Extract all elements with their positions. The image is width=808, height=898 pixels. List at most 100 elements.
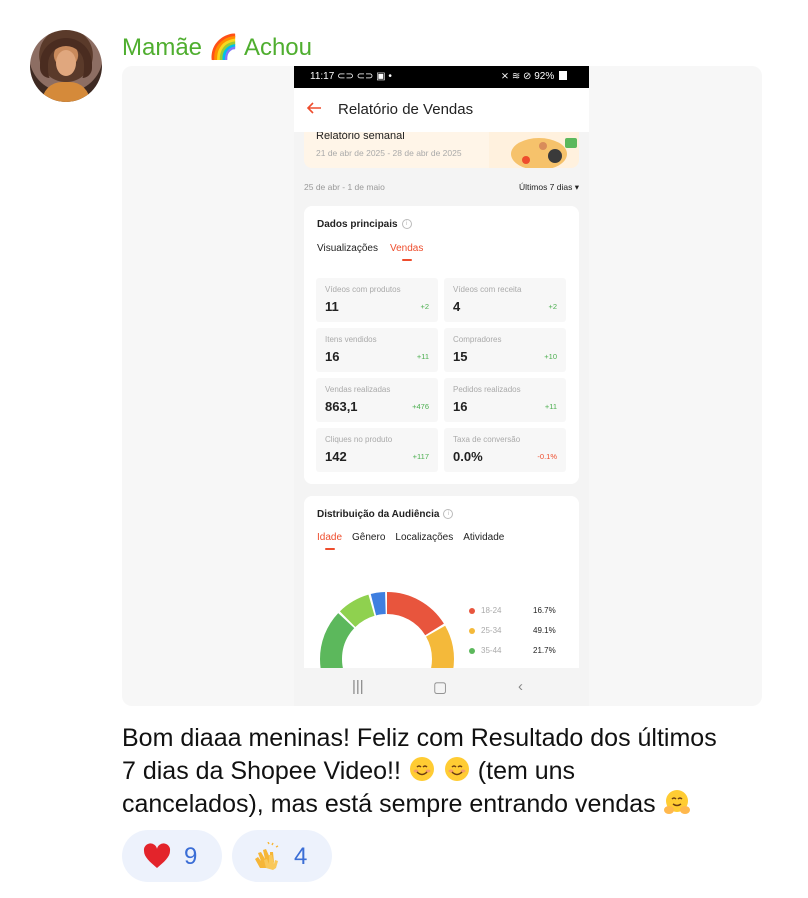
metric-itens-vendidos[interactable]: Itens vendidos 16 +11 <box>316 328 438 372</box>
metric-value: 16 <box>453 399 468 414</box>
weekly-report-banner[interactable]: Relatório semanal 21 de abr de 2025 - 28… <box>304 132 579 168</box>
metric-label: Vendas realizadas <box>325 385 391 394</box>
back-arrow-icon[interactable] <box>306 100 322 116</box>
legend-item: 35-44 21.7% <box>469 646 579 666</box>
tab-atividade[interactable]: Atividade <box>463 532 504 543</box>
status-left-icons: ⊂⊃ ⊂⊃ ▣ • <box>337 71 392 82</box>
legend-item: 18-24 16.7% <box>469 606 579 626</box>
metric-value: 11 <box>325 299 339 314</box>
nav-back-button[interactable]: ‹ <box>518 678 523 695</box>
metric-delta: +2 <box>548 302 557 311</box>
metric-compradores[interactable]: Compradores 15 +10 <box>444 328 566 372</box>
message-text: Bom diaaa meninas! Feliz com Resultado d… <box>122 722 782 821</box>
metric-value: 4 <box>453 299 461 314</box>
status-right-icons: ⨯ ≋ ⊘ <box>500 71 532 82</box>
period-dropdown[interactable]: Últimos 7 dias ▾ <box>519 182 579 193</box>
audience-tabs: Idade Gênero Localizações Atividade <box>317 532 514 550</box>
weekly-illustration-icon <box>489 132 579 168</box>
metric-value: 16 <box>325 349 340 364</box>
metric-value: 142 <box>325 449 347 464</box>
message-line-3: cancelados), mas está sempre entrando ve… <box>122 790 656 818</box>
smiling-face-icon <box>444 757 469 781</box>
metric-value: 15 <box>453 349 468 364</box>
status-bar: 11:17 ⊂⊃ ⊂⊃ ▣ • ⨯ ≋ ⊘ 92% <box>294 66 589 88</box>
metric-label: Itens vendidos <box>325 335 377 344</box>
weekly-report-range: 21 de abr de 2025 - 28 de abr de 2025 <box>316 148 462 158</box>
app-bar: Relatório de Vendas <box>294 88 589 132</box>
sender-name[interactable]: Mamãe 🌈 Achou <box>122 33 312 62</box>
metric-label: Compradores <box>453 335 502 344</box>
legend-label: 25-34 <box>481 626 502 635</box>
tab-genero[interactable]: Gênero <box>352 532 385 543</box>
metric-videos-com-receita[interactable]: Vídeos com receita 4 +2 <box>444 278 566 322</box>
legend-value: 49.1% <box>533 626 556 635</box>
metric-delta: +11 <box>544 402 557 411</box>
audience-title-text: Distribuição da Audiência <box>317 509 440 520</box>
main-data-title-text: Dados principais <box>317 219 398 230</box>
recent-apps-button[interactable]: ||| <box>352 678 364 695</box>
message-line-2-start: 7 dias da Shopee Video!! <box>122 757 401 785</box>
hugging-face-icon <box>663 790 690 814</box>
battery-icon <box>559 71 567 80</box>
date-range-row: 25 de abr - 1 de maio Últimos 7 dias ▾ <box>304 182 579 196</box>
metric-delta: +11 <box>416 352 429 361</box>
audience-title: Distribuição da Audiência i <box>317 509 454 520</box>
sender-name-text: Mamãe <box>122 34 203 61</box>
legend-value: 21.7% <box>533 646 556 655</box>
metric-label: Pedidos realizados <box>453 385 521 394</box>
audience-card: Distribuição da Audiência i Idade Gênero Lo… <box>304 496 579 706</box>
smiling-face-icon <box>409 757 434 781</box>
metric-label: Cliques no produto <box>325 435 393 444</box>
metric-value: 863,1 <box>325 399 358 414</box>
metric-label: Vídeos com produtos <box>325 285 401 294</box>
main-data-title: Dados principais i <box>317 219 412 230</box>
metric-cliques-no-produto[interactable]: Cliques no produto 142 +117 <box>316 428 438 472</box>
date-range: 25 de abr - 1 de maio <box>304 182 385 192</box>
tab-idade[interactable]: Idade <box>317 532 342 550</box>
legend-label: 35-44 <box>481 646 502 655</box>
sender-avatar[interactable] <box>30 30 102 102</box>
android-nav-bar: ||| ▢ ‹ <box>294 668 589 706</box>
metric-label: Taxa de conversão <box>453 435 521 444</box>
legend-item: 25-34 49.1% <box>469 626 579 646</box>
message-line-1: Bom diaaa meninas! Feliz com Resultado d… <box>122 724 717 752</box>
heart-icon <box>143 843 171 868</box>
metric-delta: +10 <box>544 352 557 361</box>
legend-value: 16.7% <box>533 606 556 615</box>
legend-dot <box>469 648 475 654</box>
avatar-face <box>56 50 76 76</box>
home-button[interactable]: ▢ <box>433 678 447 696</box>
page-title: Relatório de Vendas <box>338 101 474 118</box>
metric-delta: +2 <box>420 302 429 311</box>
metric-label: Vídeos com receita <box>453 285 522 294</box>
legend-label: 18-24 <box>481 606 502 615</box>
main-data-card: Dados principais i Visualizações Vendas Ví… <box>304 206 579 484</box>
screenshot-image[interactable]: 11:17 ⊂⊃ ⊂⊃ ▣ • ⨯ ≋ ⊘ 92% Relatório de V… <box>294 66 589 706</box>
reaction-heart[interactable]: 9 <box>122 830 222 882</box>
rainbow-emoji: 🌈 <box>208 34 239 61</box>
heart-reaction-count: 9 <box>184 843 198 870</box>
reaction-clap[interactable]: 4 <box>232 830 332 882</box>
main-data-tabs: Visualizações Vendas <box>317 243 435 261</box>
tab-visualizacoes[interactable]: Visualizações <box>317 243 378 254</box>
metric-pedidos-realizados[interactable]: Pedidos realizados 16 +11 <box>444 378 566 422</box>
weekly-report-title: Relatório semanal <box>316 132 405 142</box>
tab-vendas[interactable]: Vendas <box>390 243 423 261</box>
sender-name-suffix: Achou <box>243 34 312 61</box>
legend-dot <box>469 628 475 634</box>
tab-localizacoes[interactable]: Localizações <box>395 532 453 543</box>
metric-delta: +117 <box>412 452 429 461</box>
metric-videos-com-produtos[interactable]: Vídeos com produtos 11 +2 <box>316 278 438 322</box>
metric-delta: -0.1% <box>537 452 557 461</box>
info-icon[interactable]: i <box>401 219 412 230</box>
clapping-hands-icon <box>255 842 279 870</box>
metric-taxa-de-conversao[interactable]: Taxa de conversão 0.0% -0.1% <box>444 428 566 472</box>
age-legend: 18-24 16.7% 25-34 49.1% 35-44 21.7% <box>469 606 579 666</box>
info-icon[interactable]: i <box>443 509 454 520</box>
avatar-shirt <box>42 82 90 102</box>
status-time: 11:17 <box>310 71 335 82</box>
metric-vendas-realizadas[interactable]: Vendas realizadas 863,1 +476 <box>316 378 438 422</box>
legend-dot <box>469 608 475 614</box>
metric-delta: +476 <box>412 402 429 411</box>
clap-reaction-count: 4 <box>294 843 308 870</box>
